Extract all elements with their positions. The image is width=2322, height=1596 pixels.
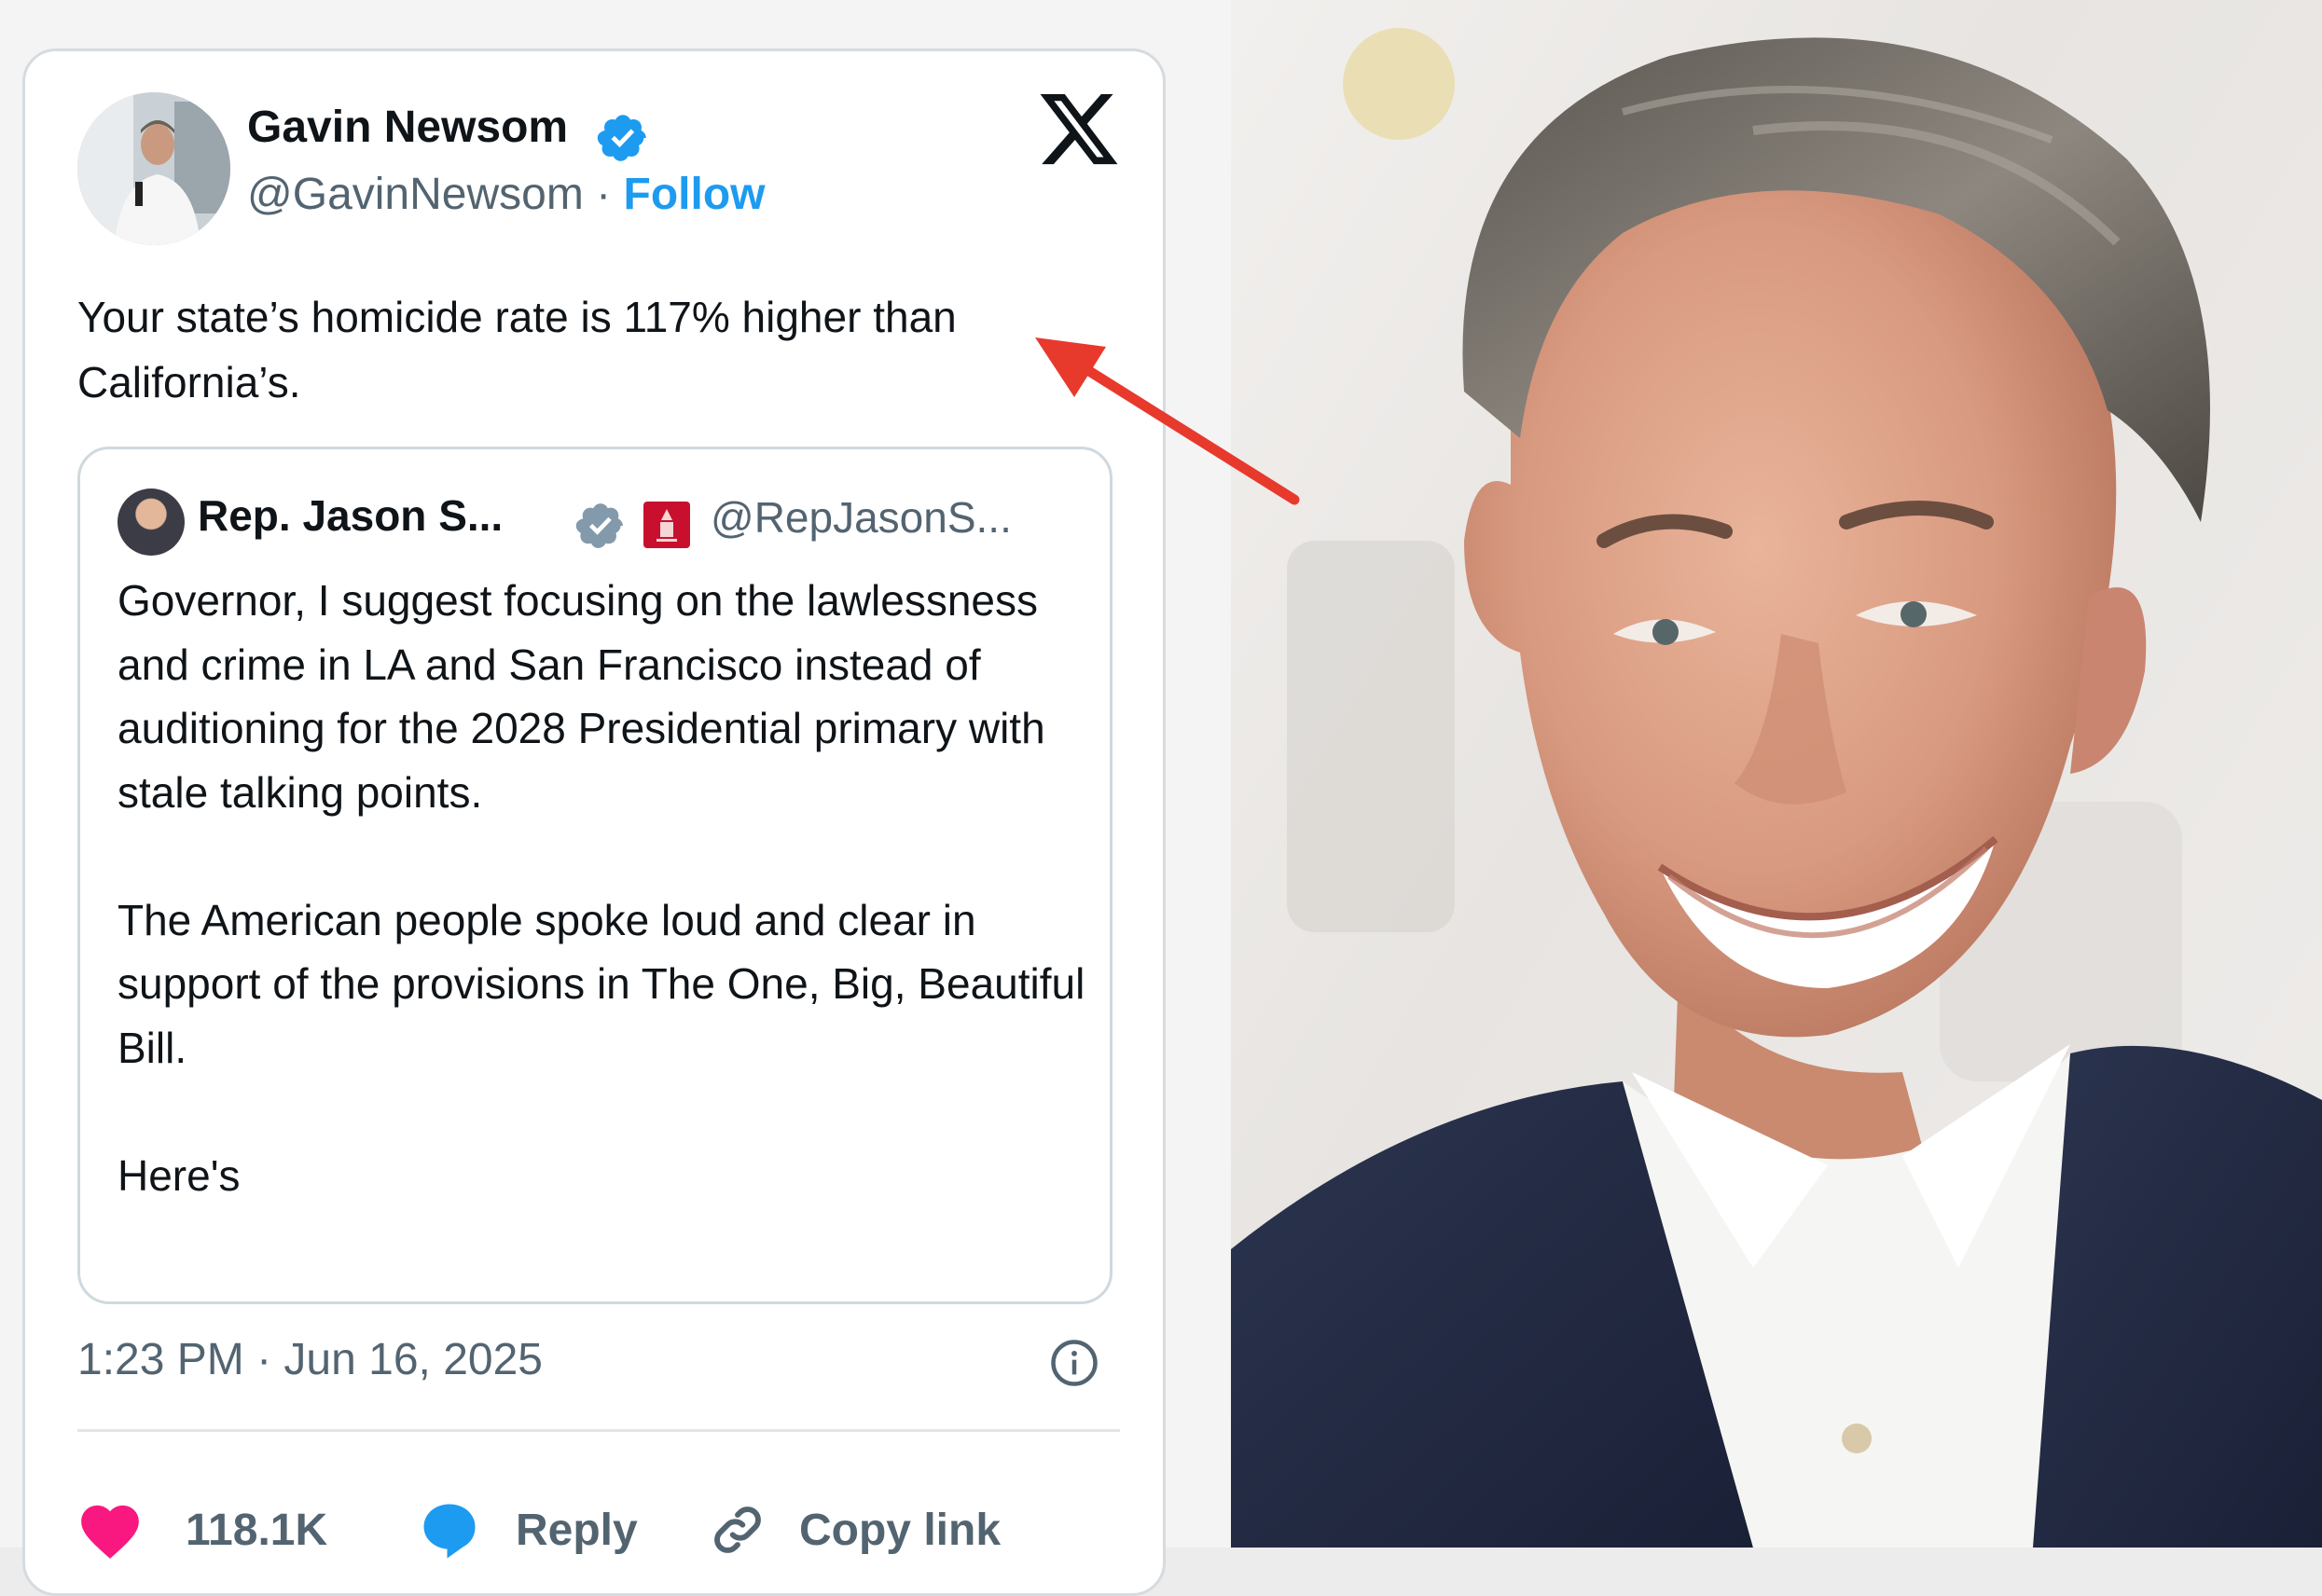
quoted-verified-badge-icon [575, 503, 623, 548]
tweet-actions: 118.1K Reply Copy link [77, 1493, 1131, 1567]
tweet-card: Gavin Newsom @GavinNewsom · Follow Your … [22, 48, 1166, 1596]
copy-link-label: Copy link [799, 1505, 1002, 1555]
portrait-illustration [1231, 28, 2322, 1548]
x-logo-icon[interactable] [1040, 94, 1118, 165]
tweet-text: Your state’s homicide rate is 117% highe… [77, 293, 957, 406]
quoted-author-handle: @RepJasonS... [711, 493, 1012, 542]
tweet-divider [77, 1429, 1120, 1432]
tweet-panel: Gavin Newsom @GavinNewsom · Follow Your … [0, 0, 1231, 1596]
link-icon [714, 1507, 761, 1553]
verified-badge-icon [597, 115, 646, 161]
heart-icon [81, 1505, 139, 1559]
info-icon[interactable] [1049, 1338, 1099, 1388]
author-avatar[interactable] [77, 92, 230, 245]
reply-label: Reply [516, 1505, 638, 1555]
quoted-tweet-card[interactable]: Rep. Jason S... @RepJasonS... Governor, … [77, 447, 1113, 1304]
congress-seal-icon [643, 502, 690, 548]
reply-bubble-icon [423, 1504, 476, 1559]
quoted-tweet-text: Governor, I suggest focusing on the lawl… [117, 569, 1087, 1207]
newsom-photo [1231, 0, 2322, 1548]
author-handle[interactable]: @GavinNewsom [247, 170, 584, 219]
follow-button[interactable]: Follow [624, 170, 766, 219]
author-name[interactable]: Gavin Newsom [247, 102, 568, 153]
quoted-author-avatar [117, 488, 185, 556]
quoted-paragraph: Here's [117, 1150, 241, 1200]
quoted-author-name: Rep. Jason S... [198, 491, 504, 540]
copy-link-button[interactable]: Copy link [708, 1493, 1001, 1567]
tweet-timestamp[interactable]: 1:23 PM · Jun 16, 2025 [77, 1334, 543, 1385]
quoted-paragraph: The American people spoke loud and clear… [117, 895, 1085, 1072]
like-count: 118.1K [186, 1505, 328, 1555]
reply-button[interactable]: Reply [419, 1493, 638, 1567]
author-handle-row: @GavinNewsom · Follow [247, 169, 765, 220]
handle-separator: · [596, 170, 612, 219]
author-avatar-image [77, 92, 230, 245]
quoted-paragraph: Governor, I suggest focusing on the lawl… [117, 576, 1045, 817]
like-button[interactable]: 118.1K [77, 1493, 327, 1567]
